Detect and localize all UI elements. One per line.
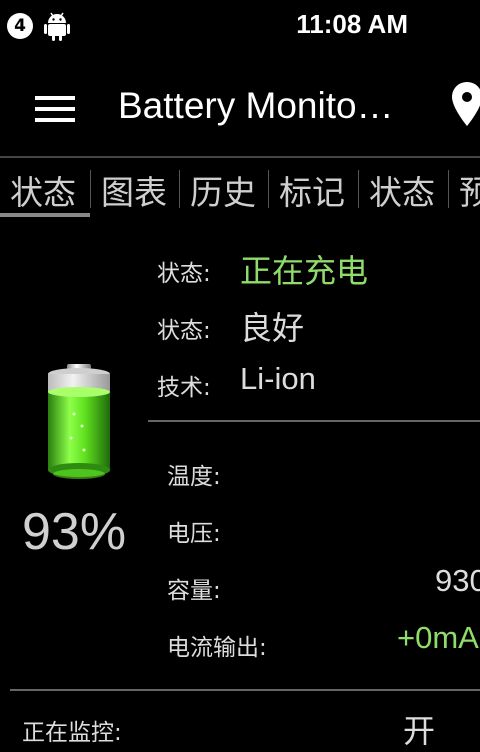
monitoring-divider bbox=[10, 689, 480, 691]
tab-history[interactable]: 历史 bbox=[190, 166, 256, 214]
technology-label: 技术: bbox=[157, 375, 211, 401]
menu-icon[interactable] bbox=[35, 96, 75, 122]
monitoring-toggle[interactable]: 开 bbox=[403, 706, 435, 752]
temperature-label: 温度: bbox=[167, 464, 221, 490]
health-value: 良好 bbox=[240, 309, 305, 347]
battery-percent: 93% bbox=[22, 503, 127, 561]
health-label: 状态: bbox=[157, 318, 211, 344]
tab-separator bbox=[358, 170, 359, 208]
tab-chart[interactable]: 图表 bbox=[101, 166, 167, 214]
location-pin-icon[interactable] bbox=[452, 82, 480, 126]
tab-status-2[interactable]: 状态 bbox=[369, 166, 435, 214]
voltage-label: 电压: bbox=[167, 521, 221, 547]
current-value: +0mA bbox=[397, 620, 479, 655]
monitoring-label: 正在监控: bbox=[22, 720, 122, 746]
tab-separator bbox=[268, 170, 269, 208]
tab-bar: 状态 图表 历史 标记 状态 预 bbox=[0, 160, 480, 216]
tab-separator bbox=[448, 170, 449, 208]
tab-marks[interactable]: 标记 bbox=[279, 166, 345, 214]
notification-count-badge: 4 bbox=[7, 13, 33, 39]
tab-predict[interactable]: 预 bbox=[459, 166, 480, 214]
active-tab-indicator bbox=[0, 213, 90, 217]
technology-value: Li-ion bbox=[240, 361, 316, 396]
status-value: 正在充电 bbox=[240, 252, 369, 290]
tab-status[interactable]: 状态 bbox=[10, 166, 76, 214]
android-icon bbox=[44, 12, 70, 41]
status-label: 状态: bbox=[157, 261, 211, 287]
battery-icon bbox=[48, 364, 110, 479]
tab-separator bbox=[179, 170, 180, 208]
capacity-value: 930 bbox=[435, 563, 480, 598]
status-bar: 4 11:08 AM bbox=[0, 0, 480, 52]
app-bar-divider bbox=[0, 156, 480, 158]
tab-separator bbox=[90, 170, 91, 208]
current-label: 电流输出: bbox=[167, 635, 267, 661]
info-divider bbox=[148, 420, 480, 422]
clock: 11:08 AM bbox=[296, 9, 408, 39]
app-bar: Battery Monito… bbox=[0, 52, 480, 160]
app-title: Battery Monito… bbox=[118, 85, 394, 126]
capacity-label: 容量: bbox=[167, 578, 221, 604]
